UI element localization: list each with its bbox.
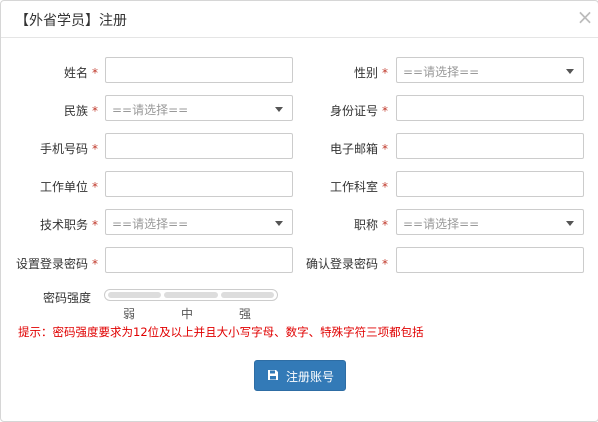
- strength-label: 密码强度: [42, 291, 91, 305]
- phone-label: 手机号码 *: [39, 142, 98, 156]
- password-hint: 提示：密码强度要求为12位及以上并且大小写字母、数字、特殊字符三项都包括: [18, 325, 424, 339]
- job-title-label: 技术职务 *: [39, 218, 98, 232]
- strength-medium-text: 中: [181, 307, 194, 321]
- register-dialog: 【外省学员】注册 × 姓名 * 性别 * ==请选择== 民族 * ==请选择== 身…: [0, 0, 598, 422]
- ethnicity-select[interactable]: ==请选择==: [105, 95, 293, 121]
- strength-strong-text: 强: [239, 307, 252, 321]
- gender-label: 性别 *: [353, 66, 388, 80]
- register-button-label: 注册账号: [286, 370, 335, 384]
- phone-input[interactable]: [105, 133, 293, 159]
- chevron-down-icon: [275, 221, 283, 226]
- dialog-header: 【外省学员】注册 ×: [1, 1, 598, 38]
- close-icon[interactable]: ×: [575, 7, 595, 27]
- chevron-down-icon: [275, 107, 283, 112]
- strength-segment-medium: [164, 292, 218, 298]
- required-mark: *: [382, 180, 388, 194]
- work-department-label: 工作科室 *: [329, 180, 388, 194]
- work-unit-input[interactable]: [105, 171, 293, 197]
- professional-title-select-value: ==请选择==: [403, 217, 480, 231]
- job-title-select-value: ==请选择==: [112, 217, 189, 231]
- password-input[interactable]: [105, 247, 293, 273]
- required-mark: *: [92, 180, 98, 194]
- confirm-password-input[interactable]: [396, 247, 584, 273]
- required-mark: *: [92, 104, 98, 118]
- confirm-password-label: 确认登录密码 *: [305, 257, 388, 271]
- required-mark: *: [92, 218, 98, 232]
- strength-segment-strong: [221, 292, 274, 298]
- required-mark: *: [382, 104, 388, 118]
- required-mark: *: [382, 142, 388, 156]
- required-mark: *: [92, 257, 98, 271]
- email-input[interactable]: [396, 133, 584, 159]
- professional-title-select[interactable]: ==请选择==: [396, 209, 584, 235]
- name-label: 姓名 *: [63, 66, 98, 80]
- chevron-down-icon: [566, 69, 574, 74]
- required-mark: *: [382, 218, 388, 232]
- ethnicity-select-value: ==请选择==: [112, 103, 189, 117]
- gender-select-value: ==请选择==: [403, 65, 480, 79]
- ethnicity-label: 民族 *: [63, 104, 98, 118]
- required-mark: *: [92, 142, 98, 156]
- register-button[interactable]: 注册账号: [254, 360, 346, 391]
- gender-select[interactable]: ==请选择==: [396, 57, 584, 83]
- email-label: 电子邮箱 *: [329, 142, 388, 156]
- work-department-input[interactable]: [396, 171, 584, 197]
- id-number-input[interactable]: [396, 95, 584, 121]
- professional-title-label: 职称 *: [353, 218, 388, 232]
- strength-segment-weak: [108, 292, 161, 298]
- job-title-select[interactable]: ==请选择==: [105, 209, 293, 235]
- required-mark: *: [92, 66, 98, 80]
- required-mark: *: [382, 257, 388, 271]
- strength-meter: [104, 289, 278, 301]
- id-number-label: 身份证号 *: [329, 104, 388, 118]
- password-label: 设置登录密码 *: [15, 257, 98, 271]
- strength-weak-text: 弱: [123, 307, 136, 321]
- required-mark: *: [382, 66, 388, 80]
- dialog-title: 【外省学员】注册: [15, 13, 127, 29]
- chevron-down-icon: [566, 221, 574, 226]
- work-unit-label: 工作单位 *: [39, 180, 98, 194]
- name-input[interactable]: [105, 57, 293, 83]
- save-icon: [268, 370, 278, 380]
